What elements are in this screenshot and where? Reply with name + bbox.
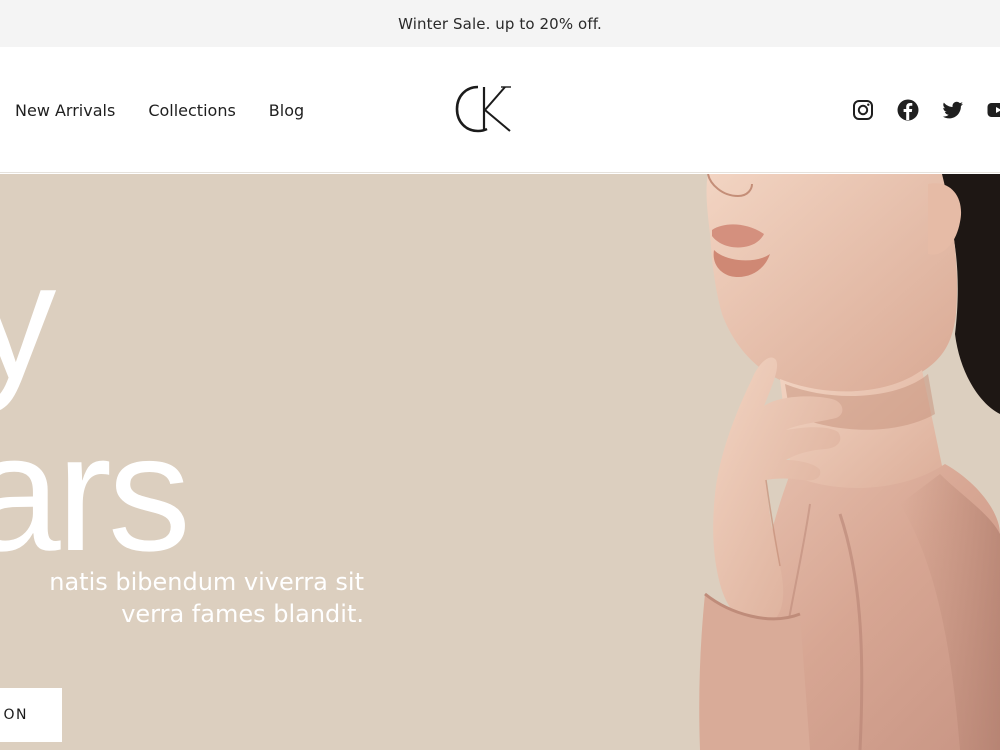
social-links [851, 98, 1000, 122]
hero-banner: rty ears natis bibendum viverra sit verr… [0, 174, 1000, 750]
hero-title: rty ears [0, 236, 440, 580]
instagram-icon[interactable] [851, 98, 875, 122]
twitter-icon[interactable] [941, 98, 965, 122]
announcement-bar: Winter Sale. up to 20% off. [0, 0, 1000, 47]
facebook-icon[interactable] [896, 98, 920, 122]
nav-link-new-arrivals[interactable]: New Arrivals [15, 101, 115, 120]
hero-subtitle: natis bibendum viverra sit verra fames b… [0, 566, 364, 630]
hero-cta-button[interactable]: ON [0, 688, 62, 742]
nav-link-collections[interactable]: Collections [148, 101, 235, 120]
youtube-icon[interactable] [986, 98, 1000, 122]
brand-logo[interactable] [454, 83, 524, 135]
main-nav: New Arrivals Collections Blog [15, 47, 304, 173]
hero-subtitle-line-1: natis bibendum viverra sit [49, 568, 364, 596]
hero-model-image [699, 174, 1000, 750]
nav-link-blog[interactable]: Blog [269, 101, 304, 120]
hero-title-line-2: ears [0, 401, 191, 586]
hero-title-line-1: rty [0, 229, 56, 414]
announcement-text: Winter Sale. up to 20% off. [398, 14, 602, 33]
hero-subtitle-line-2: verra fames blandit. [121, 600, 364, 628]
site-header: New Arrivals Collections Blog [0, 47, 1000, 173]
